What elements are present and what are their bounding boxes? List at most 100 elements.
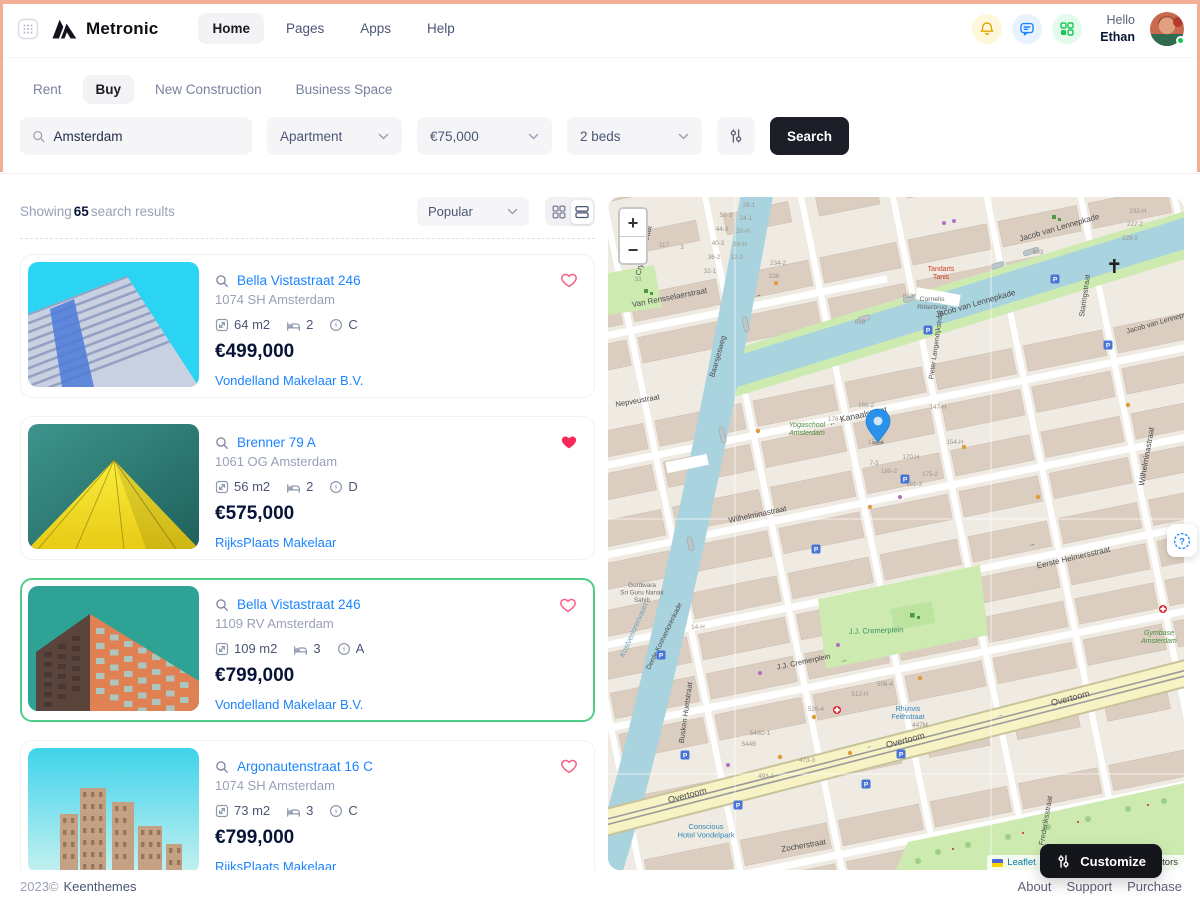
map-zoom-control: + − (618, 207, 648, 265)
help-button[interactable]: ? (1167, 524, 1197, 557)
zoom-out-button[interactable]: − (620, 236, 646, 263)
beds-value: 2 (306, 479, 313, 494)
nav-apps[interactable]: Apps (346, 13, 405, 44)
property-card-selected[interactable]: Bella Vistastraat 246 1109 RV Amsterdam … (20, 578, 595, 722)
area-value: 109 m2 (234, 641, 277, 656)
favorite-button[interactable] (559, 432, 579, 452)
area-icon (215, 480, 229, 494)
avatar[interactable] (1150, 12, 1184, 46)
heart-outline-icon (559, 756, 579, 776)
search-icon (32, 129, 45, 144)
property-title-link[interactable]: Bella Vistastraat 246 (237, 597, 361, 612)
nav-help[interactable]: Help (413, 13, 469, 44)
zoom-in-button[interactable]: + (620, 209, 646, 236)
search-button[interactable]: Search (770, 117, 849, 155)
svg-text:166-2: 166-2 (858, 402, 875, 409)
svg-text:P: P (683, 753, 688, 760)
property-title-link[interactable]: Argonautenstraat 16 C (237, 759, 373, 774)
svg-text:526-4: 526-4 (808, 706, 825, 713)
svg-text:36-2: 36-2 (708, 254, 721, 261)
svg-text:RhijnvisFeithstraat: RhijnvisFeithstraat (891, 706, 924, 721)
nav-pages[interactable]: Pages (272, 13, 338, 44)
bell-icon (979, 21, 995, 37)
energy-value: A (356, 641, 365, 656)
tab-business-space[interactable]: Business Space (283, 75, 406, 104)
svg-text:234-2: 234-2 (770, 260, 787, 267)
grid-view-icon (552, 205, 566, 219)
chat-button[interactable] (1012, 14, 1042, 44)
brand[interactable]: Metronic (52, 18, 158, 39)
beds-value: 3 (313, 641, 320, 656)
svg-text:YogaschoolAmsterdam: YogaschoolAmsterdam (788, 422, 825, 437)
footer-link-purchase[interactable]: Purchase (1127, 879, 1182, 894)
svg-text:180-2: 180-2 (881, 468, 898, 475)
favorite-button[interactable] (559, 270, 579, 290)
svg-text:P: P (736, 803, 741, 810)
property-card[interactable]: Bella Vistastraat 246 1074 SH Amsterdam … (20, 254, 595, 398)
greeting-name: Ethan (1100, 29, 1135, 45)
svg-text:32-1: 32-1 (704, 268, 717, 275)
ukraine-flag-icon (992, 859, 1003, 867)
advanced-filters-button[interactable] (717, 117, 755, 155)
energy-value: D (348, 479, 357, 494)
nav-home[interactable]: Home (198, 13, 264, 44)
select-value: €75,000 (430, 129, 479, 144)
filter-select-2-beds[interactable]: 2 beds (567, 117, 702, 155)
app-launcher-button[interactable] (16, 17, 40, 41)
favorite-button[interactable] (559, 756, 579, 776)
apps-grid-icon (1059, 21, 1075, 37)
main-content: Showing65search results Popular (0, 174, 1200, 870)
bed-icon (286, 480, 301, 494)
footer-link-support[interactable]: Support (1067, 879, 1113, 894)
company-link[interactable]: Keenthemes (64, 879, 137, 894)
property-photo (28, 586, 199, 711)
tab-rent[interactable]: Rent (20, 75, 75, 104)
svg-text:J.J. Cremerplein: J.J. Cremerplein (848, 625, 903, 636)
property-title-link[interactable]: Bella Vistastraat 246 (237, 273, 361, 288)
divider (20, 238, 595, 239)
property-card[interactable]: Argonautenstraat 16 C 1074 SH Amsterdam … (20, 740, 595, 870)
location-input[interactable] (53, 129, 240, 144)
svg-text:?: ? (1179, 536, 1185, 547)
notifications-button[interactable] (972, 14, 1002, 44)
area-value: 73 m2 (234, 803, 270, 818)
sort-select[interactable]: Popular (417, 197, 529, 226)
property-price: €799,000 (215, 665, 364, 687)
property-title-link[interactable]: Brenner 79 A (237, 435, 316, 450)
svg-text:→: → (840, 656, 848, 664)
leaflet-link[interactable]: Leaflet (1007, 857, 1036, 868)
svg-text:613: 613 (903, 293, 914, 300)
filter-select-75-000[interactable]: €75,000 (417, 117, 552, 155)
svg-text:P: P (926, 328, 931, 335)
svg-text:40-3: 40-3 (712, 240, 725, 247)
beds-value: 3 (306, 803, 313, 818)
svg-text:P: P (659, 653, 664, 660)
chevron-down-icon (678, 133, 689, 140)
filter-select-apartment[interactable]: Apartment (267, 117, 402, 155)
location-search-field[interactable] (20, 117, 252, 155)
brand-name: Metronic (86, 19, 158, 39)
agent-link[interactable]: RijksPlaats Makelaar (215, 535, 336, 550)
copyright: 2023© (20, 879, 59, 894)
list-view-button[interactable] (571, 200, 593, 224)
favorite-button[interactable] (558, 595, 578, 615)
parking-icon: P (862, 780, 871, 789)
tab-new-construction[interactable]: New Construction (142, 75, 275, 104)
sliders-icon (1056, 854, 1071, 869)
agent-link[interactable]: Vondelland Makelaar B.V. (215, 697, 363, 712)
apps-button[interactable] (1052, 14, 1082, 44)
customize-button[interactable]: Customize (1040, 844, 1162, 878)
search-icon (215, 760, 229, 774)
agent-link[interactable]: RijksPlaats Makelaar (215, 859, 336, 870)
svg-text:P: P (899, 752, 904, 759)
area-value: 56 m2 (234, 479, 270, 494)
tab-buy[interactable]: Buy (83, 75, 135, 104)
grid-view-button[interactable] (548, 200, 570, 224)
property-card[interactable]: Brenner 79 A 1061 OG Amsterdam 56 m2 (20, 416, 595, 560)
property-meta: 64 m2 2 C (215, 317, 363, 332)
map-canvas[interactable]: Van RensselaerstraatNepveustraatKanaalst… (608, 197, 1184, 870)
svg-text:227-2: 227-2 (1127, 221, 1144, 228)
energy-label-icon (329, 318, 343, 332)
agent-link[interactable]: Vondelland Makelaar B.V. (215, 373, 363, 388)
footer-link-about[interactable]: About (1018, 879, 1052, 894)
